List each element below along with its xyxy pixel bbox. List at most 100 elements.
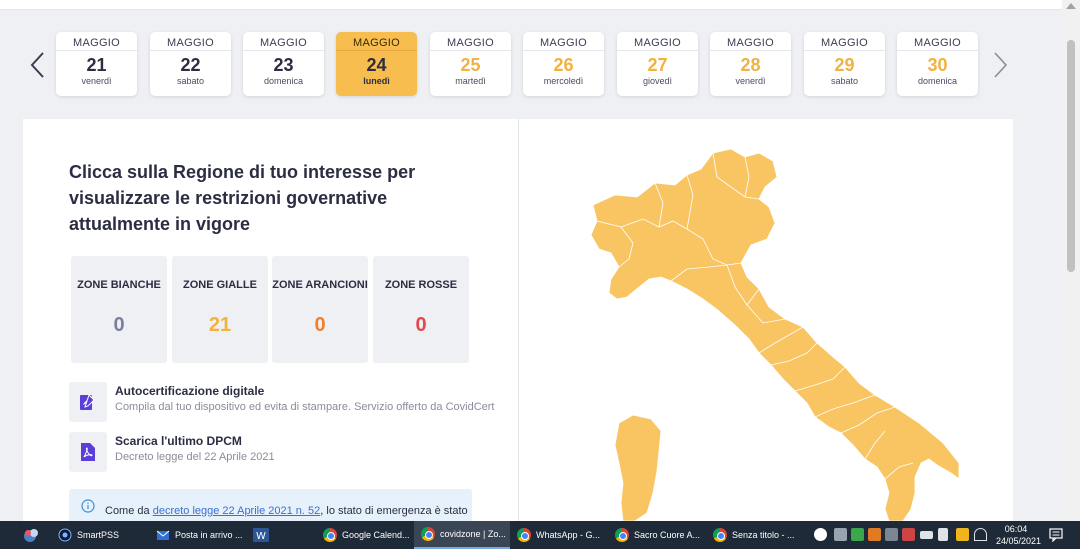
chevron-right-icon: [994, 52, 1008, 78]
page-scrollbar[interactable]: [1062, 0, 1080, 521]
date-month: MAGGIO: [897, 32, 978, 51]
italy-regions-map[interactable]: [563, 147, 983, 521]
pdf-file-icon: [69, 432, 107, 472]
date-month: MAGGIO: [430, 32, 511, 51]
taskbar-item-word[interactable]: W: [253, 521, 275, 549]
zone-count: 0: [415, 314, 427, 336]
date-item-26[interactable]: MAGGIO 26 mercoledì: [523, 32, 604, 96]
next-date-button[interactable]: [986, 48, 1016, 82]
taskbar-label: covidzone | Zo...: [440, 529, 506, 539]
autocert-title: Autocertificazione digitale: [115, 384, 265, 398]
page-headline: Clicca sulla Regione di tuo interesse pe…: [69, 162, 416, 234]
tray-icon[interactable]: [834, 528, 847, 541]
date-day: 28: [740, 55, 761, 75]
taskbar-item-covidzone[interactable]: covidzone | Zo...: [414, 521, 510, 549]
date-day: 25: [460, 55, 481, 75]
tray-icon[interactable]: [956, 528, 969, 541]
map-region-sardinia[interactable]: [614, 414, 662, 521]
date-weekday: venerdì: [81, 76, 112, 86]
info-text-before: Come da: [105, 505, 153, 517]
date-day: 30: [927, 55, 948, 75]
date-item-29[interactable]: MAGGIO 29 sabato: [804, 32, 885, 96]
date-weekday: venerdì: [735, 76, 766, 86]
clock-time: 06:04: [1004, 524, 1028, 534]
taskbar-item-google-calendar[interactable]: Google Calend...: [323, 521, 411, 549]
notification-icon[interactable]: [1049, 528, 1063, 542]
date-month: MAGGIO: [804, 32, 885, 51]
date-month: MAGGIO: [243, 32, 324, 51]
autocert-link[interactable]: Autocertificazione digitale Compila dal …: [69, 382, 494, 422]
date-item-25[interactable]: MAGGIO 25 martedì: [430, 32, 511, 96]
chrome-icon: [517, 528, 531, 542]
date-day: 24: [366, 55, 387, 75]
prev-date-button[interactable]: [22, 48, 52, 82]
tray-icon[interactable]: [902, 528, 915, 541]
scroll-up-arrow-icon[interactable]: [1066, 3, 1076, 9]
dpcm-download-link[interactable]: Scarica l'ultimo DPCM Decreto legge del …: [69, 432, 489, 472]
date-item-27[interactable]: MAGGIO 27 giovedì: [617, 32, 698, 96]
chrome-icon: [615, 528, 629, 542]
edit-document-icon: [69, 382, 107, 422]
battery-icon[interactable]: [920, 531, 933, 539]
taskbar-item-whatsapp[interactable]: WhatsApp - G...: [517, 521, 609, 549]
start-button[interactable]: [22, 521, 46, 549]
taskbar-label: Google Calend...: [342, 530, 410, 540]
zone-count: 21: [208, 314, 232, 336]
smartpss-icon: [58, 528, 72, 542]
outlook-icon: [156, 530, 170, 540]
date-item-28[interactable]: MAGGIO 28 venerdì: [710, 32, 791, 96]
date-weekday: sabato: [176, 76, 205, 86]
date-month: MAGGIO: [150, 32, 231, 51]
date-item-22[interactable]: MAGGIO 22 sabato: [150, 32, 231, 96]
zone-card-orange[interactable]: ZONE ARANCIONI 0: [272, 256, 368, 363]
windows-taskbar: SmartPSS Posta in arrivo ... W Google Ca…: [0, 521, 1080, 549]
chrome-icon: [713, 528, 727, 542]
tray-icon[interactable]: [851, 528, 864, 541]
date-weekday: giovedì: [642, 76, 673, 86]
taskbar-label: WhatsApp - G...: [536, 530, 601, 540]
zone-label: ZONE GIALLE: [183, 279, 257, 291]
taskbar-item-mail[interactable]: Posta in arrivo ...: [156, 521, 246, 549]
tray-icon[interactable]: [885, 528, 898, 541]
zone-count: 0: [314, 314, 326, 336]
date-month: MAGGIO: [710, 32, 791, 51]
column-divider: [518, 119, 519, 521]
date-day: 29: [834, 55, 855, 75]
decree-link[interactable]: decreto legge 22 Aprile 2021 n. 52: [153, 505, 321, 517]
date-item-21[interactable]: MAGGIO 21 venerdì: [56, 32, 137, 96]
zone-count: 0: [113, 314, 125, 336]
start-icon: [24, 529, 38, 542]
taskbar-item-sacro-cuore[interactable]: Sacro Cuore A...: [615, 521, 707, 549]
info-icon: [81, 499, 95, 513]
autocert-subtitle: Compila dal tuo dispositivo ed evita di …: [115, 401, 495, 413]
date-item-23[interactable]: MAGGIO 23 domenica: [243, 32, 324, 96]
zone-card-yellow[interactable]: ZONE GIALLE 21: [172, 256, 268, 363]
emergency-info-text: Come da decreto legge 22 Aprile 2021 n. …: [105, 505, 468, 517]
svg-text:W: W: [256, 531, 266, 542]
zone-card-red[interactable]: ZONE ROSSE 0: [373, 256, 469, 363]
zone-card-white[interactable]: ZONE BIANCHE 0: [71, 256, 167, 363]
zone-label: ZONE ROSSE: [384, 279, 458, 291]
chevron-left-icon: [30, 52, 44, 78]
dpcm-subtitle: Decreto legge del 22 Aprile 2021: [115, 451, 275, 463]
zone-label: ZONE ARANCIONI: [272, 279, 368, 291]
emergency-info-box: Come da decreto legge 22 Aprile 2021 n. …: [69, 489, 472, 521]
date-day: 21: [86, 55, 107, 75]
taskbar-item-senza-titolo[interactable]: Senza titolo - ...: [713, 521, 805, 549]
taskbar-label: Posta in arrivo ...: [175, 530, 243, 540]
date-weekday: martedì: [455, 76, 486, 86]
system-clock[interactable]: 06:04 24/05/2021: [996, 523, 1042, 547]
date-item-24-selected[interactable]: MAGGIO 24 lunedì: [336, 32, 417, 96]
taskbar-item-smartpss[interactable]: SmartPSS: [58, 521, 150, 549]
date-item-30[interactable]: MAGGIO 30 domenica: [897, 32, 978, 96]
clock-date: 24/05/2021: [996, 536, 1042, 546]
scroll-thumb[interactable]: [1067, 40, 1075, 272]
main-card: Clicca sulla Regione di tuo interesse pe…: [23, 119, 1013, 521]
wifi-icon[interactable]: [974, 528, 987, 541]
tray-icon[interactable]: [868, 528, 881, 541]
date-weekday: sabato: [830, 76, 859, 86]
date-month: MAGGIO: [617, 32, 698, 51]
help-tray-icon[interactable]: [814, 528, 827, 541]
date-month: MAGGIO: [523, 32, 604, 51]
volume-icon[interactable]: [938, 528, 948, 541]
